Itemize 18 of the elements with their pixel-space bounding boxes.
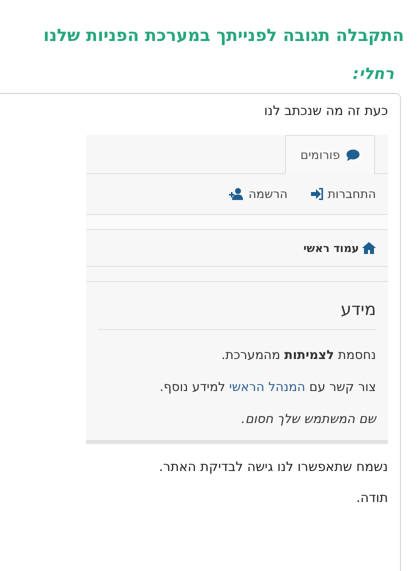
forum-tab[interactable]: פורומים [285,135,375,174]
add-user-icon [228,188,244,200]
info-text: שם המשתמש שלך חסום. [240,411,376,426]
page-heading: התקבלה תגובה לפנייתך במערכת הפניות שלנו [42,26,404,46]
admin-link[interactable]: המנהל הראשי [229,379,306,394]
message-text: נשמח שתאפשרו לנו גישה לבדיקת האתר. [158,460,388,475]
sign-in-icon [310,188,324,200]
author-name: רחלי: [352,64,394,83]
message-text: תודה. [355,491,388,506]
home-icon [362,242,376,254]
message-text: כעת זה מה שנכתב לנו [263,104,388,119]
home-link[interactable]: עמוד ראשי [303,242,376,254]
info-text: נחסמת לצמיתות מהמערכת. [220,347,376,362]
register-link[interactable]: הרשמה [228,187,288,201]
panel-title: מידע [98,300,376,330]
info-text: צור קשר עם המנהל הראשי למידע נוסף. [158,379,376,394]
speech-bubble-icon [346,149,360,161]
login-link[interactable]: התחברות [310,187,376,201]
